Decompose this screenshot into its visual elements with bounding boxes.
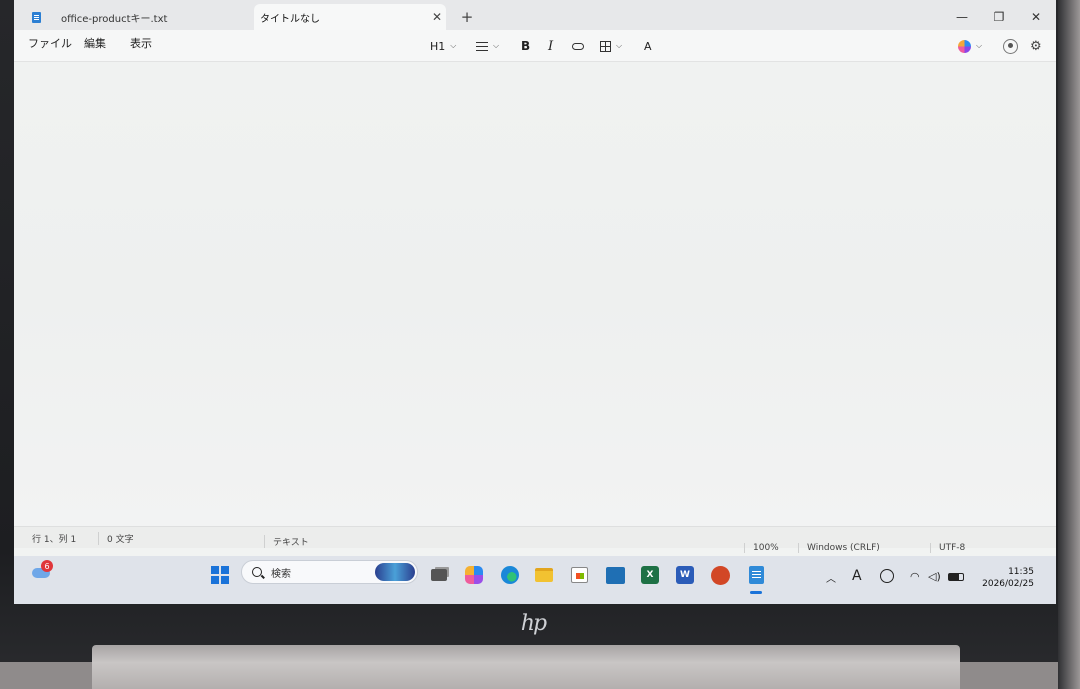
tab-strip: office-productキー.txt タイトルなし ✕ + — ❐ ✕	[14, 0, 1056, 30]
list-dropdown[interactable]: ⌵	[476, 38, 499, 54]
menu-file[interactable]: ファイル	[28, 35, 72, 51]
plus-icon: +	[460, 8, 474, 26]
italic-button[interactable]: I	[548, 38, 553, 54]
edge-app[interactable]	[498, 563, 522, 587]
tab-untitled[interactable]: タイトルなし ✕	[254, 4, 446, 30]
folder-icon	[535, 568, 553, 582]
character-count: 0 文字	[98, 532, 134, 545]
clock-time: 11:35	[1008, 567, 1034, 577]
tab-label: office-productキー.txt	[61, 13, 168, 25]
tray-app-icon[interactable]	[880, 569, 894, 583]
hp-logo: ℎp	[520, 610, 547, 636]
text-editor[interactable]	[14, 62, 1056, 526]
store-app[interactable]	[567, 563, 591, 587]
maximize-icon[interactable]: ❐	[986, 8, 1012, 26]
word-app[interactable]: W	[673, 563, 697, 587]
copilot-icon	[958, 39, 971, 53]
heading-dropdown[interactable]: H1 ⌵	[430, 38, 456, 54]
taskbar: 6 検索 X W ︿ A ◠ ◁) 11:35 2026/02/25	[14, 556, 1056, 604]
account-button[interactable]	[1003, 38, 1018, 54]
zoom-level[interactable]: 100%	[744, 543, 779, 553]
tab-label: タイトルなし	[260, 13, 320, 25]
speaker-icon[interactable]: ◁)	[928, 570, 941, 583]
clear-format-button[interactable]: A	[644, 38, 652, 54]
table-dropdown[interactable]: ⌵	[600, 38, 622, 54]
edge-icon	[501, 566, 519, 584]
task-view-button[interactable]	[427, 563, 451, 587]
chevron-down-icon: ⌵	[976, 41, 983, 50]
notification-badge: 6	[41, 560, 53, 572]
laptop-base	[0, 662, 92, 689]
powerpoint-icon	[710, 565, 730, 585]
line-ending[interactable]: Windows (CRLF)	[798, 543, 880, 553]
powerpoint-app[interactable]	[708, 563, 732, 587]
search-placeholder: 検索	[271, 568, 291, 580]
weather-widget[interactable]: 6	[30, 560, 54, 582]
active-app-indicator	[750, 591, 762, 594]
laptop-edge	[1058, 0, 1080, 689]
format-indicator[interactable]: テキスト	[264, 535, 309, 548]
link-icon	[572, 42, 584, 50]
copilot-icon	[465, 566, 483, 584]
search-highlight-image	[375, 563, 415, 581]
close-icon[interactable]: ✕	[428, 8, 446, 26]
window-close-icon[interactable]: ✕	[1023, 8, 1049, 26]
menu-bar: ファイル 編集 表示 H1 ⌵ ⌵ B I ⌵ A ⌵ ⚙	[14, 30, 1056, 62]
copilot-app[interactable]	[462, 563, 486, 587]
list-icon	[476, 41, 488, 51]
heading-label: H1	[430, 39, 446, 53]
wifi-icon[interactable]: ◠	[910, 570, 920, 583]
word-icon: W	[676, 566, 694, 584]
notepad-icon	[32, 11, 41, 23]
account-icon	[1003, 38, 1018, 54]
minimize-icon[interactable]: —	[949, 8, 975, 26]
link-button[interactable]	[572, 38, 584, 54]
laptop-hinge	[92, 645, 960, 689]
file-explorer-app[interactable]	[532, 563, 556, 587]
battery-icon[interactable]	[948, 573, 964, 581]
chevron-down-icon: ⌵	[616, 41, 623, 50]
clear-format-icon: A	[644, 39, 652, 53]
notepad-icon	[748, 566, 764, 584]
excel-app[interactable]: X	[638, 563, 662, 587]
show-hidden-icons[interactable]: ︿	[826, 570, 836, 585]
app-icon	[605, 566, 625, 584]
encoding[interactable]: UTF-8	[930, 543, 965, 553]
menu-edit[interactable]: 編集	[84, 35, 106, 51]
bold-button[interactable]: B	[521, 38, 530, 54]
task-view-icon	[431, 569, 447, 581]
excel-icon: X	[641, 566, 659, 584]
clock[interactable]: 11:35 2026/02/25	[972, 566, 1034, 590]
ime-indicator[interactable]: A	[852, 568, 862, 584]
screen: office-productキー.txt タイトルなし ✕ + — ❐ ✕ ファ…	[14, 0, 1056, 604]
pinned-app[interactable]	[603, 563, 627, 587]
clock-date: 2026/02/25	[982, 579, 1034, 589]
windows-start-icon	[211, 566, 229, 584]
notepad-app[interactable]	[744, 563, 768, 587]
chevron-down-icon: ⌵	[450, 41, 457, 50]
settings-button[interactable]: ⚙	[1030, 38, 1042, 54]
search-icon	[252, 567, 262, 577]
copilot-dropdown[interactable]: ⌵	[958, 38, 982, 54]
table-icon	[600, 40, 611, 52]
new-tab-button[interactable]: +	[458, 8, 476, 26]
menu-view[interactable]: 表示	[130, 35, 152, 51]
gear-icon: ⚙	[1030, 38, 1042, 54]
store-icon	[570, 567, 588, 583]
cursor-position: 行 1、列 1	[32, 535, 77, 545]
chevron-down-icon: ⌵	[493, 41, 500, 50]
start-button[interactable]	[208, 563, 232, 587]
taskbar-search[interactable]: 検索	[241, 560, 418, 584]
status-bar: 行 1、列 1 0 文字 テキスト 100% Windows (CRLF) UT…	[14, 526, 1056, 553]
tab-office-product-key[interactable]: office-productキー.txt	[22, 4, 254, 30]
